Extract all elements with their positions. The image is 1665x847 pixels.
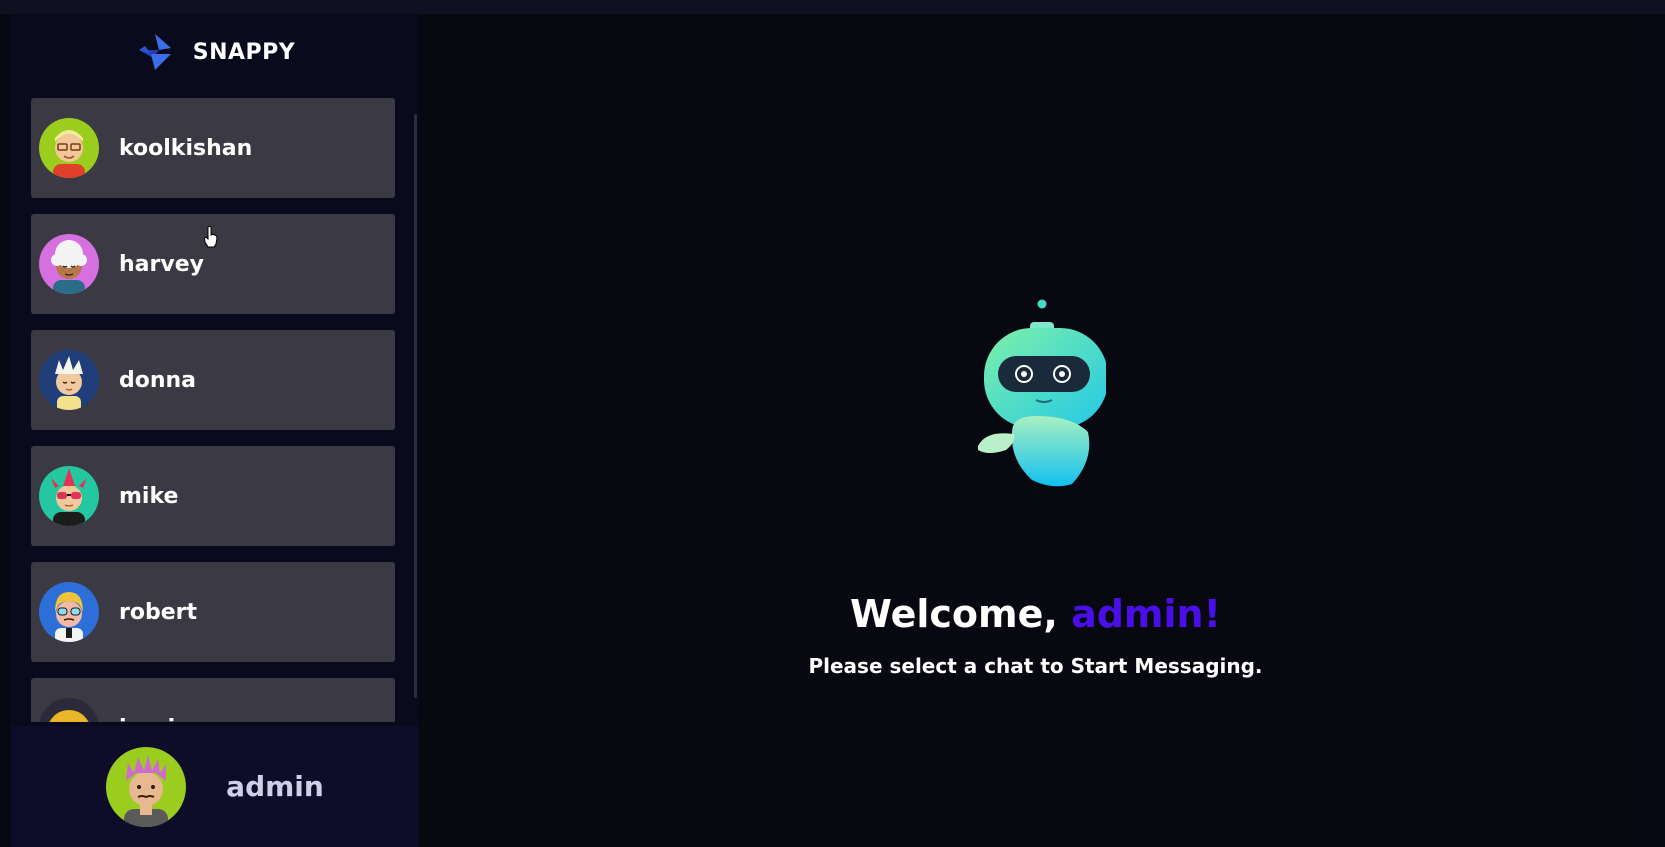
snappy-logo-icon bbox=[135, 32, 175, 72]
hand-pointer-icon bbox=[203, 226, 218, 252]
top-bar bbox=[0, 0, 1665, 14]
avatar-yellow-helmet-icon bbox=[39, 698, 99, 722]
contact-item-mike[interactable]: mike bbox=[31, 446, 395, 546]
avatar-mohawk-sunglasses-icon bbox=[39, 466, 99, 526]
avatar-white-hair-icon bbox=[39, 234, 99, 294]
avatar-glasses-red-shirt-icon bbox=[39, 118, 99, 178]
current-user-panel: admin bbox=[11, 726, 419, 847]
brand-header: SNAPPY bbox=[11, 14, 419, 90]
contact-item-jessica[interactable]: jessica bbox=[31, 678, 395, 722]
contact-name: harvey bbox=[119, 251, 204, 277]
contacts-scrollbar[interactable] bbox=[414, 114, 417, 698]
sidebar: SNAPPY koolkishan harvey donna mike robe… bbox=[11, 14, 419, 847]
brand-name: SNAPPY bbox=[192, 39, 296, 65]
current-user-name: admin bbox=[226, 770, 324, 803]
welcome-subtitle: Please select a chat to Start Messaging. bbox=[808, 654, 1263, 678]
avatar-spiky-hair-icon bbox=[39, 350, 99, 410]
contact-name: jessica bbox=[119, 716, 203, 723]
welcome-greeting: Welcome, bbox=[850, 592, 1072, 636]
contact-name: koolkishan bbox=[119, 135, 253, 161]
contacts-list[interactable]: koolkishan harvey donna mike robert bbox=[11, 90, 419, 722]
avatar-pink-hair-icon bbox=[106, 746, 187, 827]
welcome-panel: Welcome, admin! Please select a chat to … bbox=[419, 14, 1640, 847]
contact-name: mike bbox=[119, 483, 179, 509]
avatar-blue-hair-glasses-icon bbox=[39, 582, 99, 642]
contact-name: robert bbox=[119, 599, 197, 625]
chat-container: SNAPPY koolkishan harvey donna mike robe… bbox=[11, 14, 1640, 847]
contact-item-donna[interactable]: donna bbox=[31, 330, 395, 430]
contact-item-robert[interactable]: robert bbox=[31, 562, 395, 662]
robot-mascot-icon bbox=[976, 292, 1108, 496]
contact-item-koolkishan[interactable]: koolkishan bbox=[31, 98, 395, 198]
app-window: SNAPPY koolkishan harvey donna mike robe… bbox=[0, 0, 1665, 847]
welcome-username: admin! bbox=[1071, 592, 1221, 636]
welcome-title: Welcome, admin! bbox=[419, 592, 1652, 636]
contact-name: donna bbox=[119, 367, 197, 393]
